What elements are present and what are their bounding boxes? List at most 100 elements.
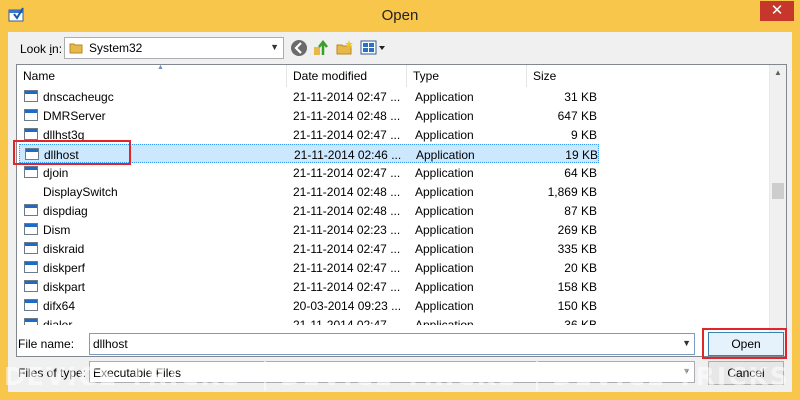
file-name-cell: diskraid: [43, 242, 85, 256]
file-name-cell: diskperf: [43, 261, 86, 275]
file-date-cell: 21-11-2014 02:47 ...: [293, 90, 401, 104]
file-name-cell: diskpart: [43, 280, 86, 294]
blank-icon: [24, 185, 38, 197]
file-name-cell: dllhst3g: [43, 128, 85, 142]
application-icon: [24, 299, 38, 311]
file-name-label: File name:: [18, 337, 75, 351]
file-type-cell: Application: [415, 128, 474, 142]
scrollbar-thumb[interactable]: [772, 183, 784, 200]
file-row[interactable]: dnscacheugc 21-11-2014 02:47 ... Applicati…: [19, 87, 599, 106]
open-button[interactable]: Open: [708, 332, 784, 356]
file-name-input[interactable]: dllhost ▼: [89, 333, 695, 355]
dialog-title: Open: [381, 7, 419, 24]
file-date-cell: 21-11-2014 02:23 ...: [293, 223, 401, 237]
file-date-cell: 21-11-2014 02:47 ...: [293, 280, 401, 294]
file-row[interactable]: difx64 20-03-2014 09:23 ... Application 150…: [19, 296, 599, 315]
views-menu-icon[interactable]: [360, 39, 386, 57]
column-header-type[interactable]: Type: [407, 65, 527, 87]
application-icon: [24, 318, 38, 325]
close-icon: ✕: [770, 2, 784, 19]
file-row[interactable]: DMRServer 21-11-2014 02:48 ... Application…: [19, 106, 599, 125]
look-in-dropdown[interactable]: System32 ▼: [64, 37, 284, 59]
chevron-down-icon: ▼: [270, 42, 279, 52]
file-name-cell: dllhost: [44, 148, 79, 162]
file-size-cell: 9 KB: [570, 128, 597, 142]
column-header-date-modified[interactable]: Date modified: [287, 65, 407, 87]
application-icon: [25, 148, 39, 160]
file-date-cell: 20-03-2014 09:23 ...: [293, 299, 402, 313]
cancel-button[interactable]: Cancel: [708, 361, 784, 385]
file-type-cell: Application: [415, 109, 474, 123]
file-row[interactable]: dialer 21-11-2014 02:47 ... Application 36 …: [19, 315, 599, 325]
file-type-cell: Application: [415, 90, 474, 104]
chevron-down-icon[interactable]: ▼: [682, 366, 691, 376]
file-row[interactable]: diskperf 21-11-2014 02:47 ... Application 2…: [19, 258, 599, 277]
file-name-value: dllhost: [93, 337, 128, 351]
file-row[interactable]: diskpart 21-11-2014 02:47 ... Application 1…: [19, 277, 599, 296]
file-type-cell: Application: [415, 280, 474, 294]
file-type-cell: Application: [415, 185, 474, 199]
file-name-cell: dialer: [43, 318, 73, 325]
file-date-cell: 21-11-2014 02:47 ...: [293, 261, 401, 275]
application-icon: [24, 223, 38, 235]
folder-icon: [69, 41, 83, 55]
file-date-cell: 21-11-2014 02:47 ...: [293, 166, 401, 180]
file-row[interactable]: Dism 21-11-2014 02:23 ... Application 269 K…: [19, 220, 599, 239]
application-icon: [24, 128, 38, 140]
vertical-scrollbar[interactable]: ▲ ▼: [769, 65, 786, 356]
file-type-value: Executable Files: [93, 366, 182, 380]
file-size-cell: 87 KB: [564, 204, 597, 218]
open-dialog-window: Open ✕ Look in: System32 ▼ ▲ Name Date m…: [0, 0, 800, 400]
application-icon: [24, 280, 38, 292]
chevron-down-icon[interactable]: ▼: [682, 338, 691, 348]
file-date-cell: 21-11-2014 02:48 ...: [293, 109, 401, 123]
file-date-cell: 21-11-2014 02:47 ...: [293, 318, 401, 325]
file-name-cell: djoin: [43, 166, 69, 180]
new-folder-icon[interactable]: [336, 39, 354, 57]
file-type-cell: Application: [415, 242, 474, 256]
look-in-value: System32: [89, 41, 143, 55]
application-icon: [24, 166, 38, 178]
close-button[interactable]: ✕: [760, 1, 794, 21]
application-icon: [24, 242, 38, 254]
file-row[interactable]: DisplaySwitch 21-11-2014 02:48 ... Applica…: [19, 182, 599, 201]
file-size-cell: 1,869 KB: [547, 185, 597, 199]
file-row[interactable]: dllhst3g 21-11-2014 02:47 ... Application 9…: [19, 125, 599, 144]
file-size-cell: 20 KB: [564, 261, 597, 275]
file-type-cell: Application: [415, 318, 474, 325]
title-bar[interactable]: Open ✕: [0, 0, 800, 32]
application-icon: [24, 261, 38, 273]
column-header-name[interactable]: ▲ Name: [17, 65, 287, 87]
sort-ascending-icon: ▲: [157, 64, 164, 71]
file-row[interactable]: dllhost 21-11-2014 02:46 ... Application 19…: [19, 144, 599, 163]
file-size-cell: 335 KB: [557, 242, 597, 256]
back-icon[interactable]: [290, 39, 308, 57]
scroll-up-icon[interactable]: ▲: [774, 68, 782, 77]
file-type-cell: Application: [415, 299, 474, 313]
file-size-cell: 64 KB: [564, 166, 597, 180]
file-row[interactable]: dispdiag 21-11-2014 02:48 ... Application 8…: [19, 201, 599, 220]
file-date-cell: 21-11-2014 02:47 ...: [293, 242, 401, 256]
file-date-cell: 21-11-2014 02:48 ...: [293, 185, 401, 199]
file-name-cell: DMRServer: [43, 109, 106, 123]
file-row[interactable]: diskraid 21-11-2014 02:47 ... Application 3…: [19, 239, 599, 258]
file-type-cell: Application: [415, 204, 474, 218]
file-size-cell: 31 KB: [564, 90, 597, 104]
application-icon: [24, 204, 38, 216]
file-type-select[interactable]: Executable Files ▼: [89, 361, 695, 383]
file-name-cell: Dism: [43, 223, 71, 237]
up-folder-icon[interactable]: [312, 39, 330, 57]
file-row[interactable]: djoin 21-11-2014 02:47 ... Application 64 K…: [19, 163, 599, 182]
file-type-cell: Application: [415, 261, 474, 275]
application-icon: [24, 90, 38, 102]
look-in-label: Look in:: [20, 42, 63, 56]
application-icon: [24, 109, 38, 121]
file-size-cell: 158 KB: [557, 280, 597, 294]
file-list[interactable]: ▲ Name Date modified Type Size dnscacheu…: [16, 64, 787, 357]
file-size-cell: 36 KB: [564, 318, 597, 325]
file-size-cell: 647 KB: [557, 109, 597, 123]
file-name-cell: DisplaySwitch: [43, 185, 118, 199]
file-name-cell: dispdiag: [43, 204, 88, 218]
column-header-size[interactable]: Size: [527, 65, 597, 87]
file-type-cell: Application: [415, 166, 474, 180]
